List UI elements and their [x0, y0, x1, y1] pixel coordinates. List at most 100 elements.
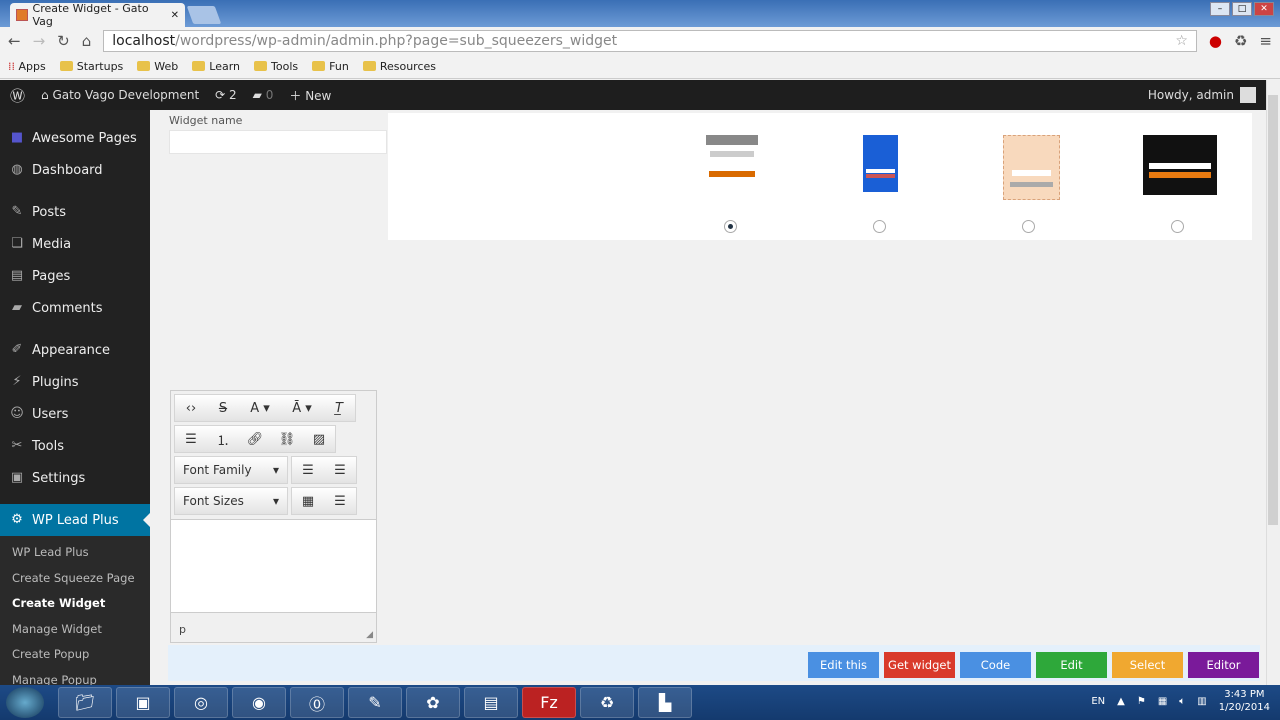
- folder-icon: [192, 61, 206, 71]
- url-input[interactable]: localhost/wordpress/wp-admin/admin.php?p…: [103, 30, 1197, 52]
- template-radio-2[interactable]: [873, 220, 886, 233]
- account-menu[interactable]: Howdy, admin: [1148, 87, 1256, 103]
- taskbar-explorer-icon[interactable]: 📁︎: [58, 687, 112, 718]
- comments-link[interactable]: ▰ 0: [253, 88, 274, 102]
- taskbar-filezilla-icon[interactable]: Fz: [522, 687, 576, 718]
- widget-name-input[interactable]: [169, 130, 387, 154]
- sidebar-item-settings[interactable]: ▣ Settings: [0, 462, 150, 494]
- align-left-icon[interactable]: ☰: [324, 463, 356, 478]
- align-right-icon[interactable]: ☰: [292, 463, 324, 478]
- tray-icon[interactable]: ▦: [1158, 696, 1167, 707]
- sidebar-item-awesome-pages[interactable]: ■ Awesome Pages: [0, 122, 150, 154]
- template-thumbnail-2[interactable]: [863, 135, 898, 192]
- taskbar-app-icon[interactable]: ✎: [348, 687, 402, 718]
- sidebar-item-users[interactable]: ☺ Users: [0, 398, 150, 430]
- link-icon[interactable]: 🔗︎: [239, 432, 271, 447]
- action-button-edit-this[interactable]: Edit this: [808, 652, 879, 678]
- image-icon[interactable]: ▨: [303, 432, 335, 447]
- action-button-edit[interactable]: Edit: [1036, 652, 1107, 678]
- wordpress-logo-icon[interactable]: Ⓦ: [10, 85, 25, 106]
- submenu-create-popup[interactable]: Create Popup: [0, 642, 150, 668]
- back-icon[interactable]: ←: [8, 32, 21, 50]
- sidebar-item-plugins[interactable]: ⚡ Plugins: [0, 366, 150, 398]
- action-button-select[interactable]: Select: [1112, 652, 1183, 678]
- sidebar-item-comments[interactable]: ▰ Comments: [0, 292, 150, 324]
- bookmark-resources[interactable]: Resources: [362, 60, 436, 73]
- scrollbar-thumb[interactable]: [1268, 95, 1278, 525]
- star-icon[interactable]: ☆: [1175, 33, 1188, 49]
- updates-link[interactable]: ⟳ 2: [215, 88, 237, 102]
- unlink-icon[interactable]: ⛓: [271, 432, 303, 447]
- font-family-select[interactable]: Font Family ▾: [175, 463, 287, 477]
- clock[interactable]: 3:43 PM 1/20/2014: [1219, 688, 1270, 714]
- taskbar-app-icon[interactable]: ✿: [406, 687, 460, 718]
- template-radio-1[interactable]: [724, 220, 737, 233]
- extension-icon[interactable]: ♻: [1234, 32, 1247, 50]
- flag-icon[interactable]: ⚑: [1137, 696, 1146, 707]
- language-indicator[interactable]: EN: [1091, 696, 1105, 707]
- action-button-get-widget[interactable]: Get widget: [884, 652, 955, 678]
- bookmark-learn[interactable]: Learn: [192, 60, 240, 73]
- comment-icon: ▰: [12, 300, 22, 315]
- bullet-list-icon[interactable]: ☰: [175, 432, 207, 447]
- sidebar-item-dashboard[interactable]: ◍ Dashboard: [0, 154, 150, 186]
- template-thumbnail-3[interactable]: [1003, 135, 1060, 200]
- browser-tab[interactable]: Create Widget - Gato Vag ✕: [10, 2, 185, 28]
- home-icon[interactable]: ⌂: [82, 32, 92, 50]
- taskbar-app-icon[interactable]: ▙: [638, 687, 692, 718]
- opera-icon[interactable]: ●: [1209, 32, 1222, 50]
- taskbar-app-icon[interactable]: ♻: [580, 687, 634, 718]
- volume-icon[interactable]: 🔈︎: [1179, 696, 1185, 707]
- site-link[interactable]: ⌂ Gato Vago Development: [41, 88, 199, 102]
- sidebar-item-wp-lead-plus[interactable]: ⚙ WP Lead Plus: [0, 504, 150, 536]
- text-color-icon[interactable]: A ▾: [239, 401, 281, 416]
- start-button[interactable]: [6, 687, 44, 718]
- new-link[interactable]: ＋ New: [289, 87, 331, 104]
- tray-arrow-icon[interactable]: ▲: [1117, 696, 1125, 707]
- action-button-code[interactable]: Code: [960, 652, 1031, 678]
- template-radio-3[interactable]: [1022, 220, 1035, 233]
- align-center-icon[interactable]: ☰: [324, 494, 356, 509]
- submenu-manage-widget[interactable]: Manage Widget: [0, 616, 150, 642]
- submenu-create-widget[interactable]: Create Widget: [0, 591, 150, 617]
- font-sizes-select[interactable]: Font Sizes ▾: [175, 494, 287, 508]
- bookmark-startups[interactable]: Startups: [59, 60, 123, 73]
- minimize-icon[interactable]: –: [1210, 2, 1230, 16]
- bookmark-web[interactable]: Web: [137, 60, 178, 73]
- taskbar-app-icon[interactable]: ⓪: [290, 687, 344, 718]
- numbered-list-icon[interactable]: ⒈: [207, 430, 239, 449]
- maximize-icon[interactable]: □: [1232, 2, 1252, 16]
- close-window-icon[interactable]: ✕: [1254, 2, 1274, 16]
- template-radio-4[interactable]: [1171, 220, 1184, 233]
- taskbar-app-icon[interactable]: ◎: [174, 687, 228, 718]
- bookmark-apps[interactable]: ⁞⁞ Apps: [8, 60, 46, 73]
- close-tab-icon[interactable]: ✕: [171, 10, 179, 21]
- bookmark-fun[interactable]: Fun: [312, 60, 349, 73]
- menu-icon[interactable]: ≡: [1259, 32, 1272, 50]
- strikethrough-icon[interactable]: S̶: [207, 401, 239, 416]
- reload-icon[interactable]: ↻: [57, 32, 70, 50]
- clear-formatting-icon[interactable]: T̲: [323, 401, 355, 416]
- bookmark-tools[interactable]: Tools: [254, 60, 298, 73]
- background-color-icon[interactable]: Ā ▾: [281, 401, 323, 416]
- sidebar-item-appearance[interactable]: ✐ Appearance: [0, 334, 150, 366]
- sidebar-item-posts[interactable]: ✎ Posts: [0, 196, 150, 228]
- sidebar-item-tools[interactable]: ✂ Tools: [0, 430, 150, 462]
- taskbar-folder-icon[interactable]: ▤: [464, 687, 518, 718]
- forward-icon[interactable]: →: [33, 32, 46, 50]
- network-icon[interactable]: ▥: [1197, 696, 1206, 707]
- code-icon[interactable]: ‹›: [175, 401, 207, 416]
- taskbar-chrome-icon[interactable]: ◉: [232, 687, 286, 718]
- template-thumbnail-1[interactable]: [706, 135, 758, 195]
- submenu-create-squeeze-page[interactable]: Create Squeeze Page: [0, 565, 150, 591]
- sidebar-item-media[interactable]: ❏ Media: [0, 228, 150, 260]
- template-thumbnail-4[interactable]: [1143, 135, 1217, 195]
- align-justify-icon[interactable]: ▦: [292, 494, 324, 509]
- resize-handle-icon[interactable]: ◢: [366, 630, 373, 640]
- admin-sidebar: ■ Awesome Pages ◍ Dashboard ✎ Posts ❏ Media …: [0, 110, 150, 693]
- action-button-editor[interactable]: Editor: [1188, 652, 1259, 678]
- submenu-wp-lead-plus[interactable]: WP Lead Plus: [0, 540, 150, 566]
- taskbar-app-icon[interactable]: ▣: [116, 687, 170, 718]
- sidebar-item-pages[interactable]: ▤ Pages: [0, 260, 150, 292]
- editor-content-area[interactable]: [171, 519, 376, 613]
